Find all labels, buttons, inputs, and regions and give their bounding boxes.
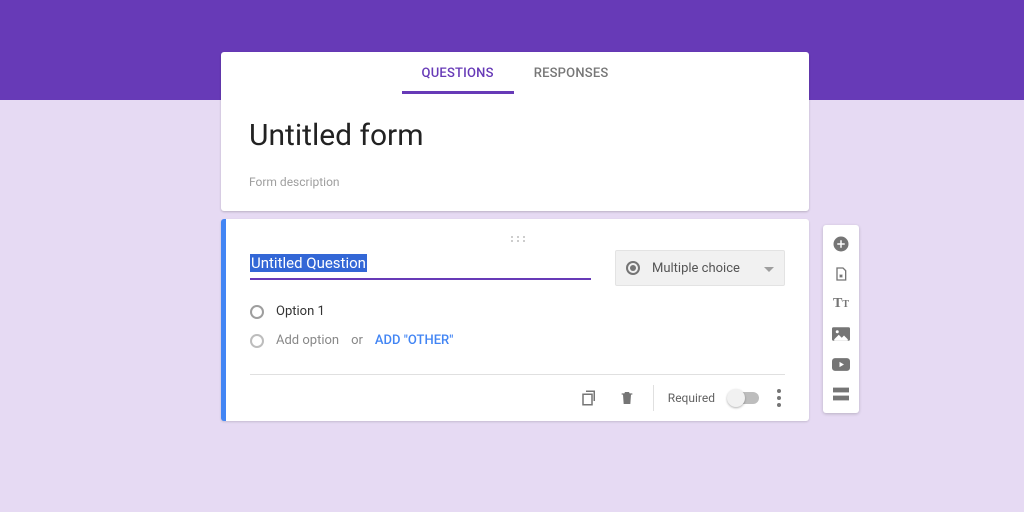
duplicate-icon[interactable] xyxy=(577,386,601,410)
add-option-row: Add option or ADD "OTHER" xyxy=(250,333,785,348)
question-footer: Required xyxy=(250,374,785,411)
add-option-button[interactable]: Add option xyxy=(276,333,339,348)
import-questions-icon[interactable] xyxy=(823,259,859,289)
chevron-down-icon xyxy=(764,261,774,276)
tab-questions[interactable]: QUESTIONS xyxy=(402,52,514,94)
required-toggle[interactable] xyxy=(729,392,759,404)
form-header-card: QUESTIONS RESPONSES Untitled form Form d… xyxy=(221,52,809,211)
add-question-icon[interactable] xyxy=(823,229,859,259)
radio-icon xyxy=(250,334,264,348)
title-block: Untitled form Form description xyxy=(221,94,809,211)
question-title-input[interactable]: Untitled Question xyxy=(250,250,591,280)
question-type-label: Multiple choice xyxy=(652,261,740,276)
more-icon[interactable] xyxy=(773,389,785,407)
option-row: Option 1 xyxy=(250,304,785,319)
radio-icon xyxy=(626,261,640,275)
delete-icon[interactable] xyxy=(615,386,639,410)
radio-icon xyxy=(250,305,264,319)
add-section-icon[interactable] xyxy=(823,379,859,409)
drag-handle-icon[interactable] xyxy=(250,227,785,250)
question-card: Untitled Question Multiple choice Option… xyxy=(221,219,809,421)
question-type-select[interactable]: Multiple choice xyxy=(615,250,785,286)
form-title-input[interactable]: Untitled form xyxy=(249,118,781,153)
tabs: QUESTIONS RESPONSES xyxy=(221,52,809,94)
question-title-text: Untitled Question xyxy=(250,254,367,272)
required-label: Required xyxy=(668,391,715,405)
form-description-input[interactable]: Form description xyxy=(249,175,781,189)
add-title-icon[interactable]: TT xyxy=(823,289,859,319)
tab-responses[interactable]: RESPONSES xyxy=(514,52,629,94)
question-row: Untitled Question Multiple choice xyxy=(250,250,785,286)
or-text: or xyxy=(351,333,363,348)
separator xyxy=(653,385,654,411)
add-image-icon[interactable] xyxy=(823,319,859,349)
option-text-input[interactable]: Option 1 xyxy=(276,304,325,319)
add-video-icon[interactable] xyxy=(823,349,859,379)
add-other-button[interactable]: ADD "OTHER" xyxy=(375,333,453,348)
side-toolbar: TT xyxy=(823,225,859,413)
